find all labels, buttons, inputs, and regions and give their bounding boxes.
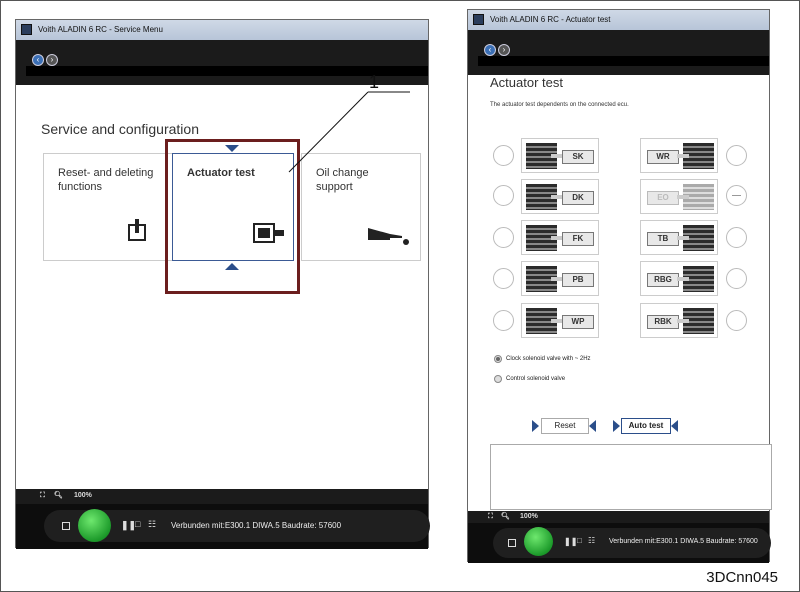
radio-clock-solenoid[interactable] bbox=[494, 355, 502, 363]
solenoid-valve-icon bbox=[677, 225, 714, 251]
main-content: Actuator test The actuator test dependen… bbox=[468, 75, 772, 511]
zoom-icon[interactable]: 🔍︎ bbox=[501, 512, 510, 520]
reset-button[interactable]: Reset bbox=[541, 418, 589, 434]
status-indicator bbox=[726, 145, 747, 166]
window-title: Voith ALADIN 6 RC - Actuator test bbox=[490, 15, 611, 24]
status-indicator-disabled bbox=[726, 185, 747, 206]
valve-label: PB bbox=[562, 273, 594, 287]
status-indicator bbox=[726, 227, 747, 248]
nav-strip bbox=[478, 56, 769, 66]
zoom-level: 100% bbox=[520, 513, 538, 520]
valve-button-fk[interactable]: FK bbox=[521, 220, 599, 255]
valve-label: RBK bbox=[647, 315, 679, 329]
valve-button-dk[interactable]: DK bbox=[521, 179, 599, 214]
test-output-area bbox=[490, 444, 772, 510]
valve-label: RBG bbox=[647, 273, 679, 287]
app-icon bbox=[473, 14, 484, 25]
valve-button-pb[interactable]: PB bbox=[521, 261, 599, 296]
valve-button-sk[interactable]: SK bbox=[521, 138, 599, 173]
status-indicator bbox=[726, 310, 747, 331]
pause-icon[interactable]: ❚❚ bbox=[564, 537, 577, 546]
auto-test-left-arrow-icon bbox=[613, 420, 620, 432]
valve-label: EO bbox=[647, 191, 679, 205]
solenoid-valve-icon bbox=[677, 308, 714, 334]
status-indicator bbox=[493, 227, 514, 248]
valve-button-wr[interactable]: WR bbox=[640, 138, 718, 173]
solenoid-valve-icon bbox=[526, 184, 563, 210]
nav-bar: ‹ › bbox=[468, 30, 769, 75]
auto-test-button[interactable]: Auto test bbox=[621, 418, 671, 434]
taskbar: ❚❚ □ ☷ Verbunden mit:E300.1 DIWA.5 Baudr… bbox=[468, 523, 771, 563]
title-bar: Voith ALADIN 6 RC - Actuator test bbox=[468, 10, 769, 30]
valve-button-tb[interactable]: TB bbox=[640, 220, 718, 255]
valve-label: DK bbox=[562, 191, 594, 205]
stop-button[interactable] bbox=[508, 539, 516, 547]
valve-label: TB bbox=[647, 232, 679, 246]
status-indicator bbox=[726, 268, 747, 289]
window-icon[interactable]: □ bbox=[577, 536, 582, 545]
valve-label: WP bbox=[562, 315, 594, 329]
status-indicator bbox=[493, 185, 514, 206]
valve-button-wp[interactable]: WP bbox=[521, 303, 599, 338]
solenoid-valve-icon bbox=[526, 143, 563, 169]
valve-button-rbg[interactable]: RBG bbox=[640, 261, 718, 296]
solenoid-valve-icon bbox=[677, 184, 714, 210]
reset-left-arrow-icon bbox=[532, 420, 539, 432]
radio-label: Control solenoid valve bbox=[506, 376, 566, 382]
connection-status-button[interactable] bbox=[524, 527, 553, 556]
auto-test-right-arrow-icon bbox=[671, 420, 678, 432]
document-id: 3DCnn045 bbox=[706, 569, 778, 586]
callout-number: 1 bbox=[369, 72, 380, 92]
status-bar: ⛶ 🔍︎ 100% bbox=[468, 511, 769, 523]
fit-screen-icon[interactable]: ⛶ bbox=[488, 513, 493, 521]
valve-label: WR bbox=[647, 150, 679, 164]
valve-label: FK bbox=[562, 232, 594, 246]
radio-label: Clock solenoid valve with ~ 2Hz bbox=[506, 356, 591, 362]
solenoid-valve-icon bbox=[526, 225, 563, 251]
status-indicator bbox=[493, 145, 514, 166]
solenoid-valve-icon bbox=[526, 308, 563, 334]
list-icon[interactable]: ☷ bbox=[588, 536, 595, 545]
page-title: Actuator test bbox=[490, 75, 563, 90]
valve-label: SK bbox=[562, 150, 594, 164]
solenoid-valve-icon bbox=[526, 266, 563, 292]
actuator-test-window: Voith ALADIN 6 RC - Actuator test ‹ › Ac… bbox=[467, 9, 772, 563]
solenoid-valve-icon bbox=[677, 143, 714, 169]
solenoid-valve-icon bbox=[677, 266, 714, 292]
valve-button-rbk[interactable]: RBK bbox=[640, 303, 718, 338]
reset-right-arrow-icon bbox=[589, 420, 596, 432]
back-icon[interactable]: ‹ bbox=[484, 44, 496, 56]
radio-control-solenoid[interactable] bbox=[494, 375, 502, 383]
status-indicator bbox=[493, 268, 514, 289]
page-subtitle: The actuator test dependents on the conn… bbox=[490, 102, 629, 108]
forward-icon[interactable]: › bbox=[498, 44, 510, 56]
status-indicator bbox=[493, 310, 514, 331]
connection-status-text: Verbunden mit:E300.1 DIWA.5 Baudrate: 57… bbox=[609, 538, 758, 545]
valve-button-eo: EO bbox=[640, 179, 718, 214]
